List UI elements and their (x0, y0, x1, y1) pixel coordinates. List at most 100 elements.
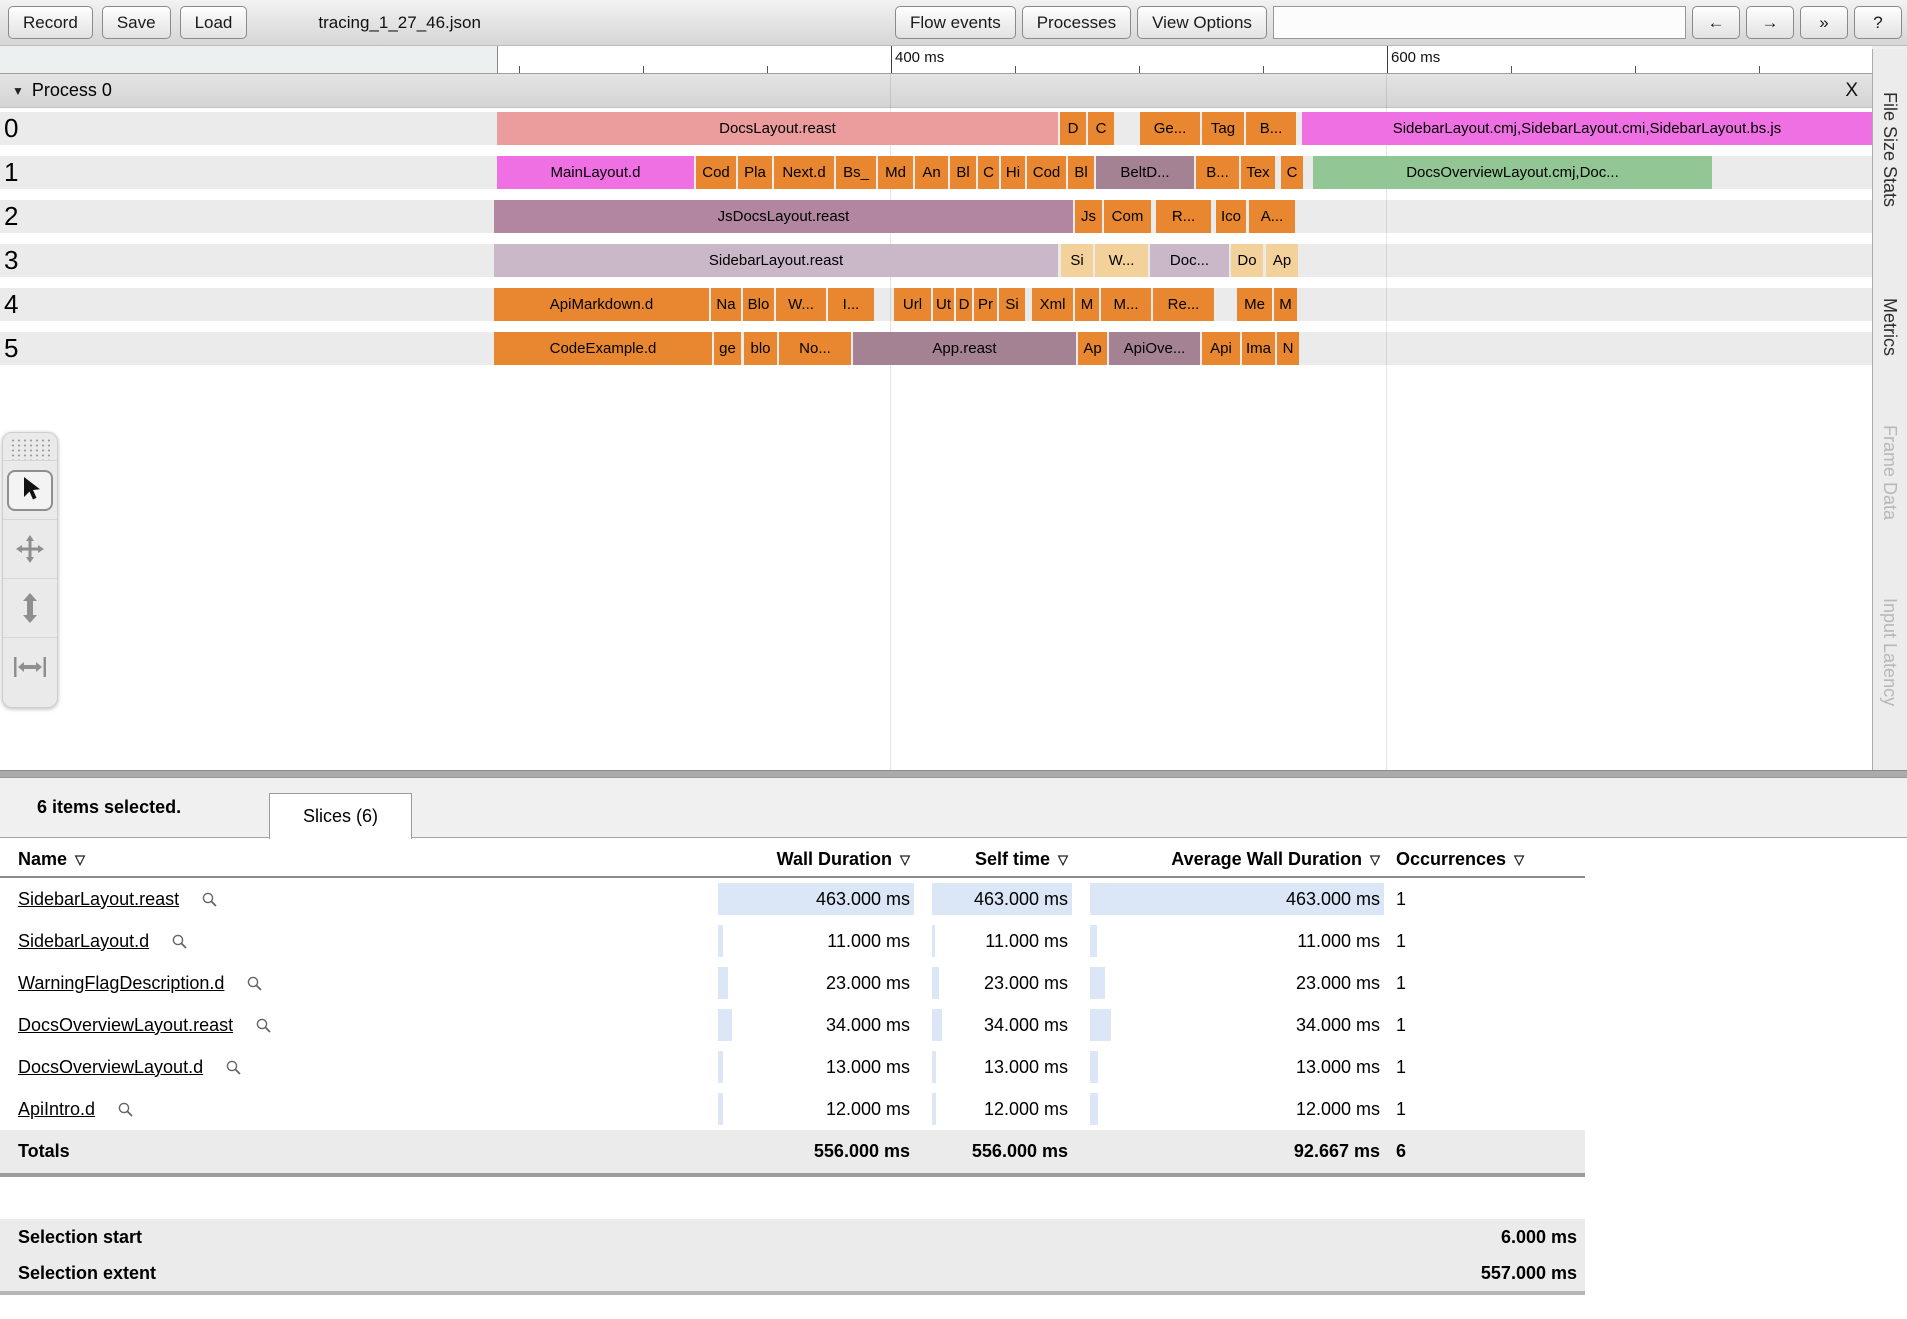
flame-slice[interactable]: C (1088, 112, 1114, 145)
flame-slice[interactable]: B... (1196, 156, 1239, 189)
load-button[interactable]: Load (179, 6, 248, 39)
find-previous-button[interactable]: ← (1692, 6, 1740, 39)
side-tab-metrics[interactable]: Metrics (1879, 298, 1900, 356)
flame-slice[interactable]: C (978, 156, 999, 189)
flame-slice[interactable]: Md (878, 156, 913, 189)
more-options-button[interactable]: » (1800, 6, 1848, 39)
flame-slice[interactable]: Hi (1001, 156, 1025, 189)
slice-name-link[interactable]: SidebarLayout.reast (18, 889, 179, 910)
slice-name-link[interactable]: SidebarLayout.d (18, 931, 149, 952)
side-tab-frame-data[interactable]: Frame Data (1879, 425, 1900, 520)
flame-slice[interactable]: DocsOverviewLayout.cmj,Doc... (1313, 156, 1712, 189)
zoom-tool-button[interactable] (3, 578, 57, 637)
process-header[interactable]: ▼ Process 0 X (0, 74, 1872, 108)
magnifier-icon[interactable] (255, 1017, 272, 1034)
flame-slice[interactable]: Pla (738, 156, 772, 189)
flame-slice[interactable]: Ap (1266, 244, 1298, 277)
flame-slice[interactable]: M... (1101, 288, 1151, 321)
collapse-triangle-icon[interactable]: ▼ (12, 84, 24, 98)
flame-slice[interactable]: Url (894, 288, 931, 321)
side-tab-file-size-stats[interactable]: File Size Stats (1879, 92, 1900, 207)
flame-slice[interactable]: Na (711, 288, 741, 321)
flame-slice[interactable]: SidebarLayout.reast (494, 244, 1058, 277)
flame-slice[interactable]: A... (1249, 200, 1295, 233)
flame-slice[interactable]: N (1277, 332, 1299, 365)
flame-slice[interactable]: Si (1061, 244, 1093, 277)
panel-splitter[interactable] (0, 770, 1907, 778)
timing-tool-button[interactable] (3, 637, 57, 696)
flame-slice[interactable]: Me (1237, 288, 1272, 321)
flame-slice[interactable]: Do (1231, 244, 1263, 277)
flame-slice[interactable]: Doc... (1150, 244, 1229, 277)
flame-slice[interactable]: ApiMarkdown.d (494, 288, 709, 321)
flame-slice[interactable]: Bl (950, 156, 976, 189)
magnifier-icon[interactable] (171, 933, 188, 950)
flame-slice[interactable]: D (1060, 112, 1086, 145)
flame-slice[interactable]: I... (828, 288, 874, 321)
view-options-button[interactable]: View Options (1137, 6, 1267, 39)
pan-tool-button[interactable] (3, 519, 57, 578)
slice-name-link[interactable]: ApiIntro.d (18, 1099, 95, 1120)
flame-slice[interactable]: Ge... (1140, 112, 1200, 145)
side-tab-input-latency[interactable]: Input Latency (1879, 598, 1900, 706)
flame-slice[interactable]: Xml (1032, 288, 1073, 321)
magnifier-icon[interactable] (246, 975, 263, 992)
flame-slice[interactable]: Bl (1068, 156, 1094, 189)
flame-slice[interactable]: blo (744, 332, 777, 365)
flame-slice[interactable]: M (1075, 288, 1099, 321)
flame-slice[interactable]: Com (1104, 200, 1151, 233)
flame-slice[interactable]: Js (1075, 200, 1102, 233)
flame-slice[interactable]: Re... (1153, 288, 1214, 321)
ruler-track[interactable]: 400 ms 600 ms (497, 46, 1872, 73)
flame-slice[interactable]: CodeExample.d (494, 332, 712, 365)
magnifier-icon[interactable] (117, 1101, 134, 1118)
flame-slice[interactable]: App.reast (853, 332, 1076, 365)
flame-slice[interactable]: Ico (1216, 200, 1246, 233)
slice-name-link[interactable]: WarningFlagDescription.d (18, 973, 224, 994)
flame-slice[interactable]: Cod (1027, 156, 1066, 189)
column-header-wall-duration[interactable]: Wall Duration ▽ (718, 849, 914, 870)
flame-slice[interactable]: Blo (743, 288, 774, 321)
flame-slice[interactable]: D (956, 288, 972, 321)
processes-button[interactable]: Processes (1021, 6, 1132, 39)
palette-drag-grip[interactable] (10, 438, 50, 460)
search-input[interactable] (1272, 6, 1686, 39)
slice-name-link[interactable]: DocsOverviewLayout.d (18, 1057, 203, 1078)
flame-slice[interactable]: SidebarLayout.cmj,SidebarLayout.cmi,Side… (1302, 112, 1872, 145)
column-header-name[interactable]: Name ▽ (0, 849, 718, 870)
flame-slice[interactable]: M (1274, 288, 1297, 321)
find-next-button[interactable]: → (1746, 6, 1794, 39)
flame-slice[interactable]: BeltD... (1096, 156, 1194, 189)
flame-slice[interactable]: Next.d (774, 156, 834, 189)
flame-slice[interactable]: W... (1095, 244, 1148, 277)
column-header-average-wall-duration[interactable]: Average Wall Duration ▽ (1090, 849, 1384, 870)
flame-slice[interactable]: No... (779, 332, 851, 365)
flame-slice[interactable]: JsDocsLayout.reast (494, 200, 1073, 233)
flame-slice[interactable]: DocsLayout.reast (497, 112, 1058, 145)
tab-slices[interactable]: Slices (6) (269, 793, 412, 839)
column-header-occurrences[interactable]: Occurrences ▽ (1394, 849, 1585, 870)
flame-slice[interactable]: Tex (1241, 156, 1275, 189)
flame-slice[interactable]: Tag (1202, 112, 1244, 145)
flame-slice[interactable]: ApiOve... (1109, 332, 1200, 365)
flame-slice[interactable]: Cod (696, 156, 736, 189)
record-button[interactable]: Record (8, 6, 93, 39)
flame-slice[interactable]: C (1281, 156, 1303, 189)
help-button[interactable]: ? (1854, 6, 1902, 39)
slice-name-link[interactable]: DocsOverviewLayout.reast (18, 1015, 233, 1036)
flow-events-button[interactable]: Flow events (895, 6, 1016, 39)
magnifier-icon[interactable] (201, 891, 218, 908)
flame-slice[interactable]: W... (776, 288, 826, 321)
flame-slice[interactable]: MainLayout.d (497, 156, 694, 189)
flame-slice[interactable]: B... (1246, 112, 1296, 145)
magnifier-icon[interactable] (225, 1059, 242, 1076)
flame-slice[interactable]: Ima (1242, 332, 1275, 365)
flame-slice[interactable]: Ut (933, 288, 954, 321)
column-header-self-time[interactable]: Self time ▽ (932, 849, 1072, 870)
flame-slice[interactable]: ge (714, 332, 741, 365)
flame-slice[interactable]: Ap (1078, 332, 1107, 365)
flame-slice[interactable]: An (915, 156, 948, 189)
flame-slice[interactable]: Pr (974, 288, 997, 321)
selection-tool-button[interactable] (3, 460, 57, 519)
close-process-icon[interactable]: X (1845, 80, 1858, 102)
